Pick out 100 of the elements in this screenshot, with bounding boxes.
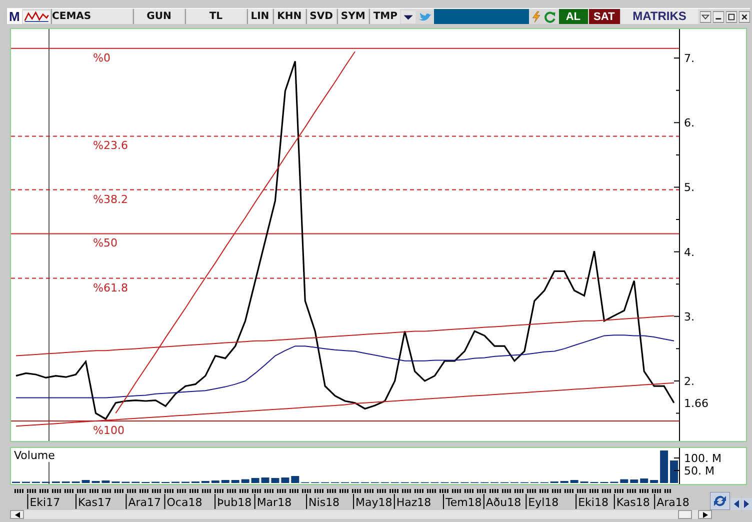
cursor-line [48, 462, 50, 484]
volume-bar [102, 480, 110, 483]
x-axis-tick [126, 494, 127, 510]
fib-level-label: %100 [93, 424, 124, 437]
next-icon[interactable] [742, 498, 752, 510]
volume-bar [291, 476, 300, 483]
volume-bar [630, 480, 638, 483]
toolbar-button[interactable]: SVD [306, 9, 336, 24]
horizontal-scrollbar[interactable] [10, 510, 712, 519]
volume-bar [221, 480, 230, 483]
x-axis-tick [353, 494, 354, 510]
sync-icon[interactable] [710, 492, 730, 510]
volume-bar [241, 479, 250, 483]
x-axis-tick [164, 494, 166, 510]
toolbar-button[interactable]: GUN [132, 9, 184, 24]
x-axis-label: Þub18 [217, 496, 252, 509]
toolbar-button[interactable]: TL [185, 9, 246, 24]
x-axis-label: Eki17 [30, 496, 60, 509]
left-arrow-icon [14, 512, 20, 518]
volume-bar [82, 480, 90, 483]
x-axis-label: Ara18 [656, 496, 690, 509]
logo: M [7, 9, 22, 24]
x-axis-tick [306, 494, 308, 510]
y-axis-tick [676, 348, 680, 350]
toolbar-button[interactable]: TMP [369, 9, 400, 24]
fib-level-label: %38.2 [93, 192, 128, 206]
fib-level-label: %0 [93, 51, 110, 64]
volume-axis-label: 50. M [684, 464, 714, 478]
x-axis-label: Aðu18 [486, 496, 522, 509]
dropdown-icon[interactable] [700, 10, 712, 22]
volume-bar [231, 480, 240, 483]
toolbar-button[interactable]: LIN [246, 9, 272, 24]
y-axis-label: 1.66 [684, 396, 708, 410]
x-axis-label: Ara17 [128, 496, 161, 509]
x-axis-tick [254, 494, 256, 510]
x-axis-label: Kas17 [78, 496, 112, 509]
y-axis-label: 4. [684, 246, 694, 259]
toolbar-button[interactable]: KHN [273, 9, 305, 24]
volume-bar [660, 450, 668, 483]
symbol-field[interactable]: CEMAS [51, 9, 132, 24]
volume-bar [650, 480, 658, 483]
y-axis-tick [674, 251, 680, 252]
volume-bar [251, 478, 260, 483]
volume-bar [620, 479, 628, 483]
y-axis-tick [674, 316, 680, 317]
x-axis-label: Nis18 [308, 496, 340, 509]
x-axis-tick [483, 494, 484, 510]
volume-bar [570, 480, 578, 483]
x-axis-tick [576, 494, 577, 510]
volume-axis-tick [674, 470, 680, 471]
close-icon[interactable] [739, 10, 750, 22]
x-axis-tick [614, 494, 615, 510]
volume-bar [670, 460, 678, 483]
x-axis-tick [526, 494, 527, 510]
fib-level-label: %61.8 [93, 281, 128, 294]
x-axis-label: May18 [356, 496, 392, 509]
previous-icon[interactable] [731, 498, 741, 510]
x-axis-label: Eyl18 [528, 496, 559, 509]
y-axis-label: 2. [684, 374, 694, 388]
x-axis-label: Tem18 [445, 496, 482, 509]
refresh-icon[interactable] [543, 10, 558, 24]
y-axis-tick [674, 380, 680, 382]
x-axis-label: Kas18 [616, 496, 650, 509]
caret-icon[interactable] [401, 10, 416, 24]
volume-bar [211, 480, 220, 483]
right-arrow-icon [702, 512, 708, 518]
x-axis-label: Oca18 [166, 496, 202, 509]
x-axis-tick [214, 494, 216, 510]
y-axis-label: 6. [684, 116, 694, 130]
scroll-right-button[interactable] [698, 510, 712, 519]
y-axis-tick [676, 154, 680, 156]
y-axis-tick [676, 284, 680, 285]
y-axis-label: 7. [684, 52, 694, 66]
lightning-icon[interactable] [530, 10, 542, 24]
x-axis-tick [27, 494, 28, 510]
x-axis-label: Mar18 [256, 496, 292, 509]
chart-icon[interactable] [22, 10, 50, 24]
y-axis-label: 5. [684, 181, 694, 194]
sell-button[interactable]: SAT [588, 9, 620, 24]
y-axis-label: 3. [684, 310, 694, 324]
volume-bar [271, 478, 280, 483]
x-axis-tick [394, 494, 395, 510]
x-axis-label: Haz18 [396, 496, 432, 509]
toolbar-button[interactable]: SYM [336, 9, 368, 24]
volume-title: Volume [14, 449, 55, 462]
y-axis-tick [676, 412, 680, 414]
y-axis-tick [674, 122, 680, 124]
buy-button[interactable]: AL [558, 9, 588, 24]
x-axis-tick [654, 494, 656, 510]
x-axis-tick [442, 494, 444, 510]
scroll-left-button[interactable] [10, 510, 24, 519]
maximize-icon[interactable] [726, 10, 738, 22]
minimize-icon[interactable] [713, 10, 724, 22]
y-axis-tick [674, 58, 680, 59]
volume-bar [261, 478, 270, 483]
volume-bar [640, 478, 648, 483]
fib-level-label: %50 [93, 236, 118, 250]
y-axis-tick [676, 90, 680, 91]
x-axis-label: Eki18 [578, 496, 608, 509]
scroll-thumb[interactable] [678, 510, 692, 519]
